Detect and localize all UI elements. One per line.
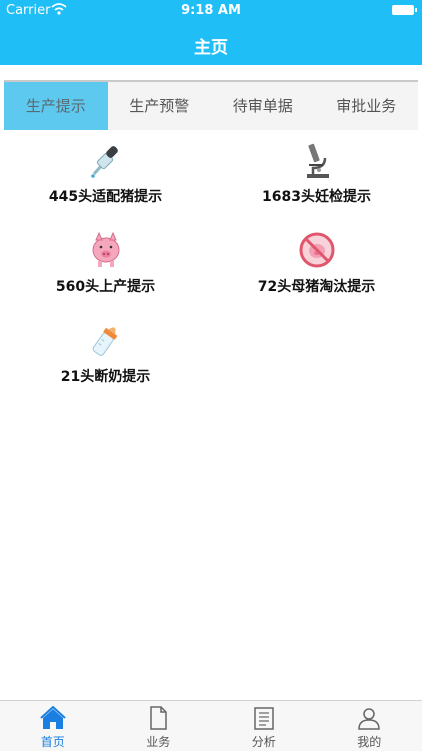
profile-icon: [356, 706, 382, 730]
segment-tabs: 生产提示 生产预警 待审单据 审批业务: [4, 82, 418, 130]
tabbar-profile[interactable]: 我的: [317, 701, 422, 751]
tip-item-weaning[interactable]: 21头断奶提示: [0, 320, 211, 400]
tip-label: 72头母猪淘汰提示: [211, 276, 422, 296]
document-icon: [145, 706, 171, 730]
home-icon: [40, 706, 66, 730]
bottom-tab-bar: 首页 业务 分析 我的: [0, 700, 422, 751]
header: Carrier 9:18 AM 主页: [0, 0, 422, 65]
tip-item-mating[interactable]: 445头适配猪提示: [0, 140, 211, 220]
pig-icon: [88, 230, 124, 270]
tip-label: 1683头妊检提示: [211, 186, 422, 206]
tip-label: 445头适配猪提示: [0, 186, 211, 206]
tab-approval-business[interactable]: 审批业务: [315, 82, 419, 130]
tabbar-label: 首页: [0, 733, 106, 750]
status-bar: Carrier 9:18 AM: [0, 0, 422, 22]
battery-icon: [392, 5, 414, 15]
analysis-icon: [251, 706, 277, 730]
tab-pending-documents[interactable]: 待审单据: [211, 82, 315, 130]
tip-item-pregnancy[interactable]: 1683头妊检提示: [211, 140, 422, 220]
tip-item-farrowing[interactable]: 560头上产提示: [0, 230, 211, 310]
tab-production-warnings[interactable]: 生产预警: [108, 82, 212, 130]
clock: 9:18 AM: [0, 3, 422, 18]
tabbar-label: 我的: [317, 733, 422, 750]
microscope-icon: [299, 140, 335, 180]
tip-item-culling[interactable]: 72头母猪淘汰提示: [211, 230, 422, 310]
tabbar-label: 业务: [106, 733, 212, 750]
dropper-icon: [88, 140, 124, 180]
cull-pig-icon: [299, 230, 335, 270]
tabbar-home[interactable]: 首页: [0, 701, 106, 751]
tab-production-tips[interactable]: 生产提示: [4, 82, 108, 130]
tabbar-label: 分析: [211, 733, 317, 750]
tip-label: 560头上产提示: [0, 276, 211, 296]
page-title: 主页: [0, 33, 422, 58]
tabbar-analysis[interactable]: 分析: [211, 701, 317, 751]
bottle-icon: [88, 320, 124, 360]
tip-label: 21头断奶提示: [0, 366, 211, 386]
tabbar-business[interactable]: 业务: [106, 701, 212, 751]
